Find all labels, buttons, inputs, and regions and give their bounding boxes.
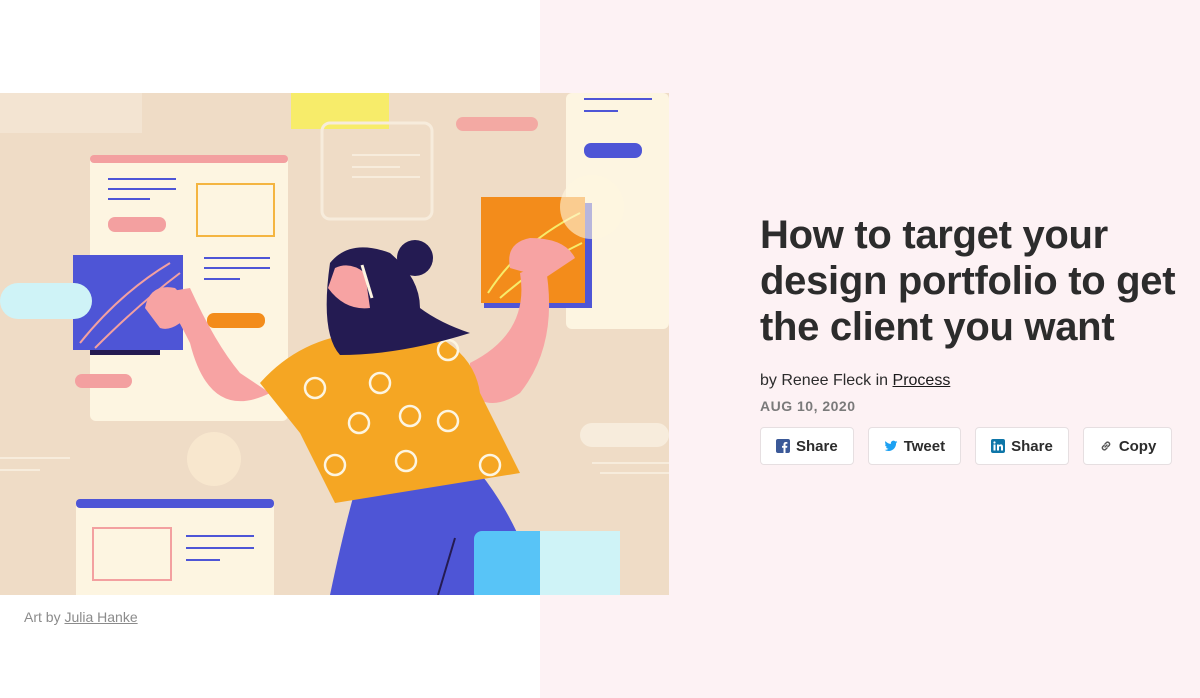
twitter-tweet-label: Tweet [903, 437, 946, 455]
artist-link[interactable]: Julia Hanke [64, 609, 137, 625]
byline-prefix: by Renee Fleck in [760, 372, 889, 389]
copy-link-button[interactable]: Copy [1082, 427, 1173, 465]
linkedin-share-button[interactable]: Share [975, 427, 1069, 465]
caption-prefix: Art by [24, 609, 61, 625]
link-icon [1099, 439, 1113, 453]
byline: by Renee Fleck in Process [760, 372, 950, 390]
publish-date: AUG 10, 2020 [760, 398, 856, 414]
facebook-share-button[interactable]: Share [760, 427, 854, 465]
twitter-tweet-button[interactable]: Tweet [867, 427, 962, 465]
category-link[interactable]: Process [893, 372, 951, 389]
image-caption: Art by Julia Hanke [24, 609, 138, 625]
illustration-art [0, 93, 669, 595]
twitter-icon [884, 439, 898, 453]
linkedin-icon [991, 439, 1006, 453]
facebook-icon [776, 439, 790, 453]
copy-link-label: Copy [1118, 437, 1157, 455]
hero-illustration [0, 93, 669, 595]
share-buttons: Share Tweet Share Copy [760, 427, 1173, 465]
linkedin-share-label: Share [1011, 437, 1053, 455]
facebook-share-label: Share [796, 437, 838, 455]
article-title: How to target your design portfolio to g… [760, 213, 1176, 349]
